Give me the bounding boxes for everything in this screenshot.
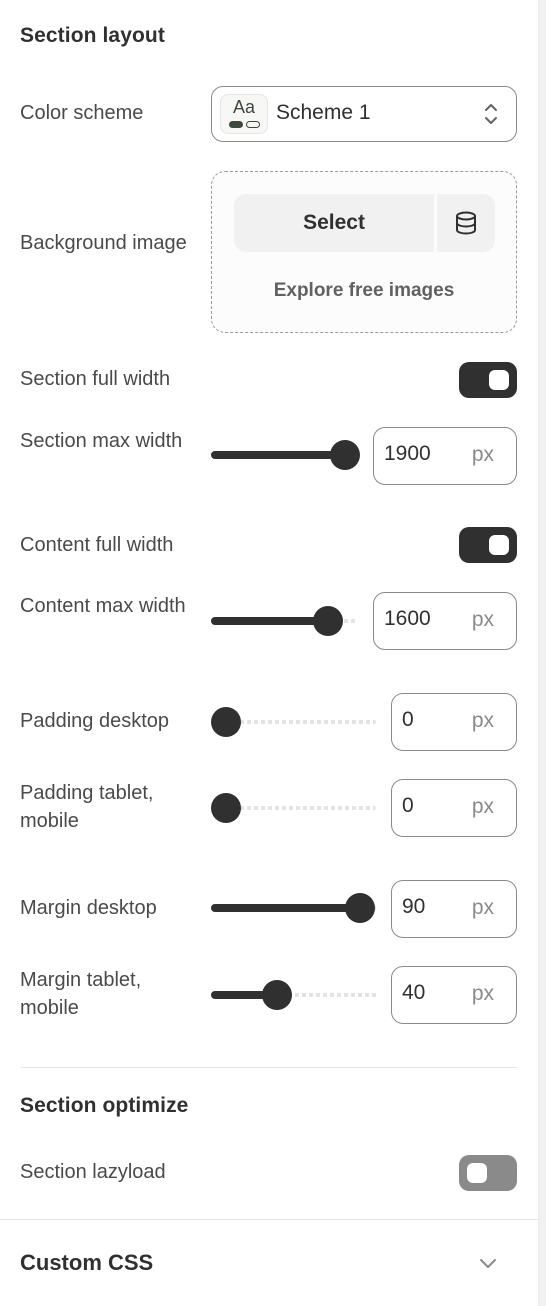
padding-mobile-slider[interactable] (211, 793, 376, 823)
scheme-swatch-icon: Aa (220, 94, 268, 134)
margin-desktop-input[interactable] (402, 895, 472, 919)
section-layout-heading: Section layout (20, 24, 165, 47)
content-max-width-field[interactable]: px (373, 592, 517, 650)
settings-panel: Section layout Color scheme Aa Scheme 1 … (0, 0, 538, 1306)
section-full-width-toggle[interactable] (459, 362, 517, 398)
padding-desktop-slider[interactable] (211, 707, 376, 737)
margin-mobile-input[interactable] (402, 981, 472, 1005)
select-arrows-icon (485, 104, 497, 124)
section-lazyload-toggle[interactable] (459, 1155, 517, 1191)
slider-thumb[interactable] (330, 440, 360, 470)
section-max-width-input[interactable] (384, 442, 454, 466)
slider-thumb[interactable] (345, 893, 375, 923)
chevron-down-icon (480, 1259, 496, 1268)
content-max-width-label: Content max width (20, 595, 186, 617)
margin-mobile-field[interactable]: px (391, 966, 517, 1024)
background-image-picker: Select Explore free images (211, 171, 517, 333)
margin-mobile-label: Margin tablet, mobile (20, 969, 142, 1019)
section-full-width-label: Section full width (20, 368, 171, 390)
color-scheme-label: Color scheme (20, 102, 144, 124)
margin-desktop-field[interactable]: px (391, 880, 517, 938)
content-full-width-label: Content full width (20, 534, 174, 556)
content-max-width-input[interactable] (384, 607, 454, 631)
padding-mobile-input[interactable] (402, 794, 472, 818)
custom-css-title: Custom CSS (20, 1250, 154, 1275)
margin-desktop-slider[interactable] (211, 893, 377, 923)
image-library-button[interactable] (437, 194, 495, 252)
color-scheme-select[interactable]: Aa Scheme 1 (211, 86, 517, 142)
slider-thumb[interactable] (211, 707, 241, 737)
padding-mobile-label: Padding tablet, mobile (20, 782, 154, 832)
color-scheme-value: Scheme 1 (276, 101, 371, 124)
slider-thumb[interactable] (262, 980, 292, 1010)
select-image-button[interactable]: Select (234, 194, 434, 252)
custom-css-accordion[interactable]: Custom CSS (0, 1220, 538, 1306)
slider-thumb[interactable] (313, 606, 343, 636)
section-max-width-slider[interactable] (211, 440, 360, 470)
slider-thumb[interactable] (211, 793, 241, 823)
section-max-width-field[interactable]: px (373, 427, 517, 485)
section-divider (20, 1067, 517, 1068)
padding-desktop-input[interactable] (402, 708, 472, 732)
padding-desktop-label: Padding desktop (20, 710, 170, 732)
section-optimize-heading: Section optimize (20, 1094, 189, 1117)
padding-mobile-field[interactable]: px (391, 779, 517, 837)
content-full-width-toggle[interactable] (459, 527, 517, 563)
section-lazyload-label: Section lazyload (20, 1161, 166, 1183)
section-max-width-label: Section max width (20, 430, 183, 452)
database-icon (456, 211, 476, 235)
margin-mobile-slider[interactable] (211, 980, 377, 1010)
margin-desktop-label: Margin desktop (20, 897, 157, 919)
scrollbar[interactable] (538, 0, 546, 1306)
background-image-label: Background image (20, 232, 187, 254)
padding-desktop-field[interactable]: px (391, 693, 517, 751)
content-max-width-slider[interactable] (211, 606, 357, 636)
explore-free-images-link[interactable]: Explore free images (212, 280, 516, 302)
